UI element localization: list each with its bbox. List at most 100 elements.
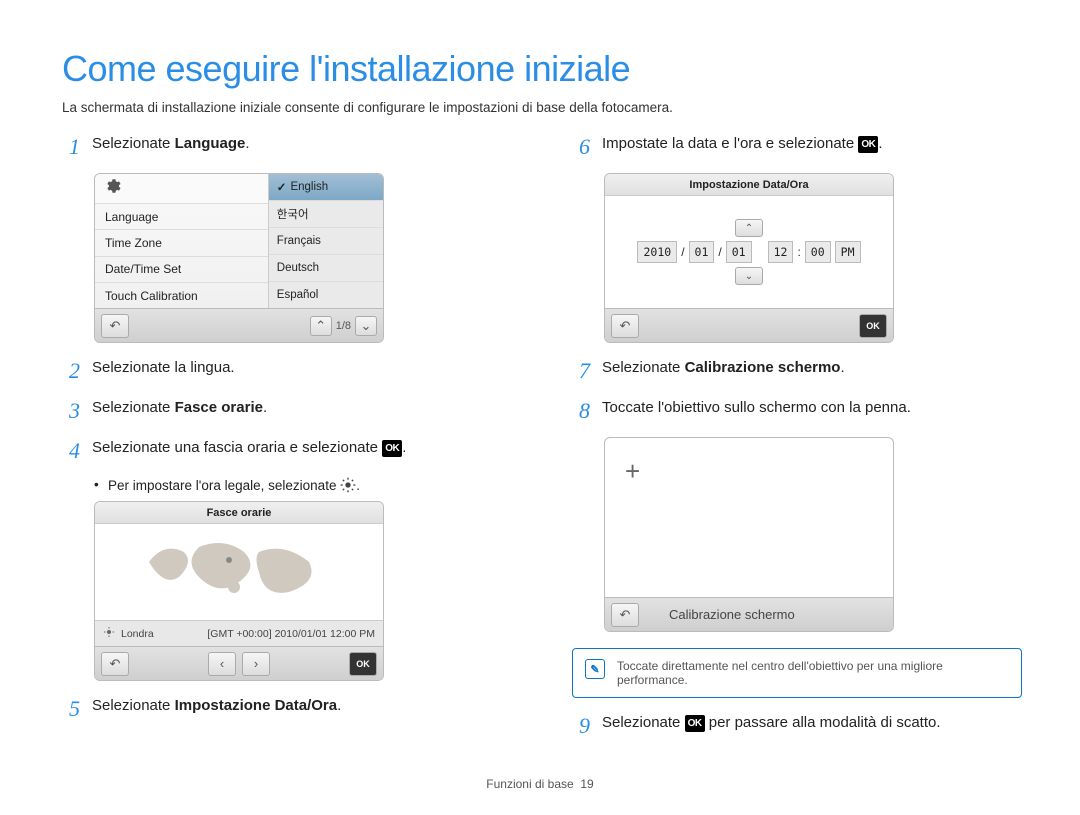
- step-number: 4: [62, 434, 80, 467]
- world-map-icon: [139, 532, 339, 612]
- prev-button[interactable]: ‹: [208, 652, 236, 676]
- step-text: Selezionate: [602, 359, 685, 376]
- world-map: [95, 524, 383, 620]
- check-icon: ✓: [277, 180, 287, 194]
- settings-header: [95, 174, 268, 204]
- value-down-button[interactable]: ⌄: [735, 267, 763, 285]
- step-text: Selezionate: [602, 714, 685, 731]
- step-text: Selezionate: [92, 697, 175, 714]
- back-icon: ↶: [620, 318, 631, 334]
- ok-button[interactable]: OK: [859, 314, 887, 338]
- note-icon: ✎: [585, 659, 605, 679]
- note-text: Toccate direttamente nel centro dell'obi…: [617, 659, 1009, 687]
- step-3: 3 Selezionate Fasce orarie.: [62, 397, 512, 427]
- footer-section: Funzioni di base: [486, 777, 573, 791]
- step-4: 4 Selezionate una fascia oraria e selezi…: [62, 437, 512, 467]
- back-icon: ↶: [110, 656, 121, 672]
- step-9: 9 Selezionate OK per passare alla modali…: [572, 712, 1022, 742]
- calibration-target-icon[interactable]: +: [625, 456, 640, 487]
- step-6: 6 Impostate la data e l'ora e selezionat…: [572, 133, 1022, 163]
- lang-option-english[interactable]: ✓English: [269, 174, 383, 201]
- back-button[interactable]: ↶: [101, 652, 129, 676]
- chevron-up-icon: ⌃: [315, 318, 326, 334]
- step-number: 5: [62, 692, 80, 725]
- back-button[interactable]: ↶: [101, 314, 129, 338]
- back-button[interactable]: ↶: [611, 603, 639, 627]
- hour-field[interactable]: 12: [768, 241, 794, 263]
- tz-city: Londra: [121, 628, 154, 640]
- page-footer: Funzioni di base 19: [0, 777, 1080, 791]
- step-text: Selezionate: [92, 399, 175, 416]
- dst-sun-icon: [340, 478, 356, 493]
- menu-item-language[interactable]: Language: [95, 204, 268, 230]
- page-down-button[interactable]: ⌄: [355, 316, 377, 336]
- lang-option-german[interactable]: Deutsch: [269, 255, 383, 282]
- step-text: Selezionate la lingua.: [92, 357, 512, 387]
- next-button[interactable]: ›: [242, 652, 270, 676]
- step-number: 3: [62, 394, 80, 427]
- step-7: 7 Selezionate Calibrazione schermo.: [572, 357, 1022, 387]
- back-button[interactable]: ↶: [611, 314, 639, 338]
- back-icon: ↶: [110, 318, 121, 334]
- lang-option-spanish[interactable]: Español: [269, 282, 383, 308]
- step-bold: Impostazione Data/Ora: [175, 697, 338, 714]
- dst-icon: [103, 626, 115, 641]
- page-subtitle: La schermata di installazione iniziale c…: [62, 100, 1022, 115]
- page-title: Come eseguire l'installazione iniziale: [62, 48, 1022, 90]
- step-2: 2 Selezionate la lingua.: [62, 357, 512, 387]
- tz-status: [GMT +00:00] 2010/01/01 12:00 PM: [207, 628, 375, 640]
- step-text: Selezionate: [92, 135, 175, 152]
- left-column: 1 Selezionate Language. Language Time Zo…: [62, 133, 512, 752]
- ok-button[interactable]: OK: [349, 652, 377, 676]
- screenshot-datetime: Impostazione Data/Ora ⌃ 2010 / 01 / 01 1…: [604, 173, 894, 343]
- pager: ⌃ 1/8 ⌄: [310, 316, 377, 336]
- back-icon: ↶: [620, 607, 631, 623]
- page-up-button[interactable]: ⌃: [310, 316, 332, 336]
- step-4-bullet: Per impostare l'ora legale, selezionate …: [94, 477, 512, 493]
- year-field[interactable]: 2010: [637, 241, 677, 263]
- ampm-field[interactable]: PM: [835, 241, 861, 263]
- value-up-button[interactable]: ⌃: [735, 219, 763, 237]
- step-8: 8 Toccate l'obiettivo sullo schermo con …: [572, 397, 1022, 427]
- chevron-left-icon: ‹: [220, 656, 224, 671]
- tz-title: Fasce orarie: [95, 502, 383, 524]
- day-field[interactable]: 01: [726, 241, 752, 263]
- step-number: 7: [572, 354, 590, 387]
- gear-icon: [103, 177, 121, 200]
- menu-item-touchcal[interactable]: Touch Calibration: [95, 283, 268, 308]
- menu-item-timezone[interactable]: Time Zone: [95, 230, 268, 256]
- page-indicator: 1/8: [336, 320, 351, 332]
- ok-icon: OK: [866, 321, 880, 331]
- ok-icon: OK: [685, 715, 705, 732]
- ok-icon: OK: [858, 136, 878, 153]
- step-text: Impostate la data e l'ora e selezionate: [602, 135, 858, 152]
- step-bold: Language: [175, 135, 246, 152]
- step-number: 8: [572, 394, 590, 427]
- screenshot-timezone: Fasce orarie Londra [GMT +00:00] 2010/01…: [94, 501, 384, 681]
- lang-option-korean[interactable]: 한국어: [269, 201, 383, 228]
- cal-footer-label: Calibrazione schermo: [669, 607, 795, 622]
- minute-field[interactable]: 00: [805, 241, 831, 263]
- step-bold: Fasce orarie: [175, 399, 263, 416]
- note-box: ✎ Toccate direttamente nel centro dell'o…: [572, 648, 1022, 698]
- ok-icon: OK: [382, 440, 402, 457]
- step-1: 1 Selezionate Language.: [62, 133, 512, 163]
- step-number: 9: [572, 709, 590, 742]
- step-bold: Calibrazione schermo: [685, 359, 841, 376]
- screenshot-language: Language Time Zone Date/Time Set Touch C…: [94, 173, 384, 343]
- footer-page: 19: [580, 777, 593, 791]
- dt-title: Impostazione Data/Ora: [605, 174, 893, 196]
- lang-option-french[interactable]: Français: [269, 228, 383, 255]
- step-number: 6: [572, 130, 590, 163]
- chevron-down-icon: ⌄: [361, 318, 372, 334]
- chevron-down-icon: ⌄: [745, 271, 753, 282]
- step-5: 5 Selezionate Impostazione Data/Ora.: [62, 695, 512, 725]
- step-number: 1: [62, 130, 80, 163]
- chevron-right-icon: ›: [254, 656, 258, 671]
- tz-info-bar: Londra [GMT +00:00] 2010/01/01 12:00 PM: [95, 620, 383, 646]
- ok-icon: OK: [356, 659, 370, 669]
- menu-item-datetime[interactable]: Date/Time Set: [95, 257, 268, 283]
- step-number: 2: [62, 354, 80, 387]
- step-text: Selezionate una fascia oraria e selezion…: [92, 439, 382, 456]
- month-field[interactable]: 01: [689, 241, 715, 263]
